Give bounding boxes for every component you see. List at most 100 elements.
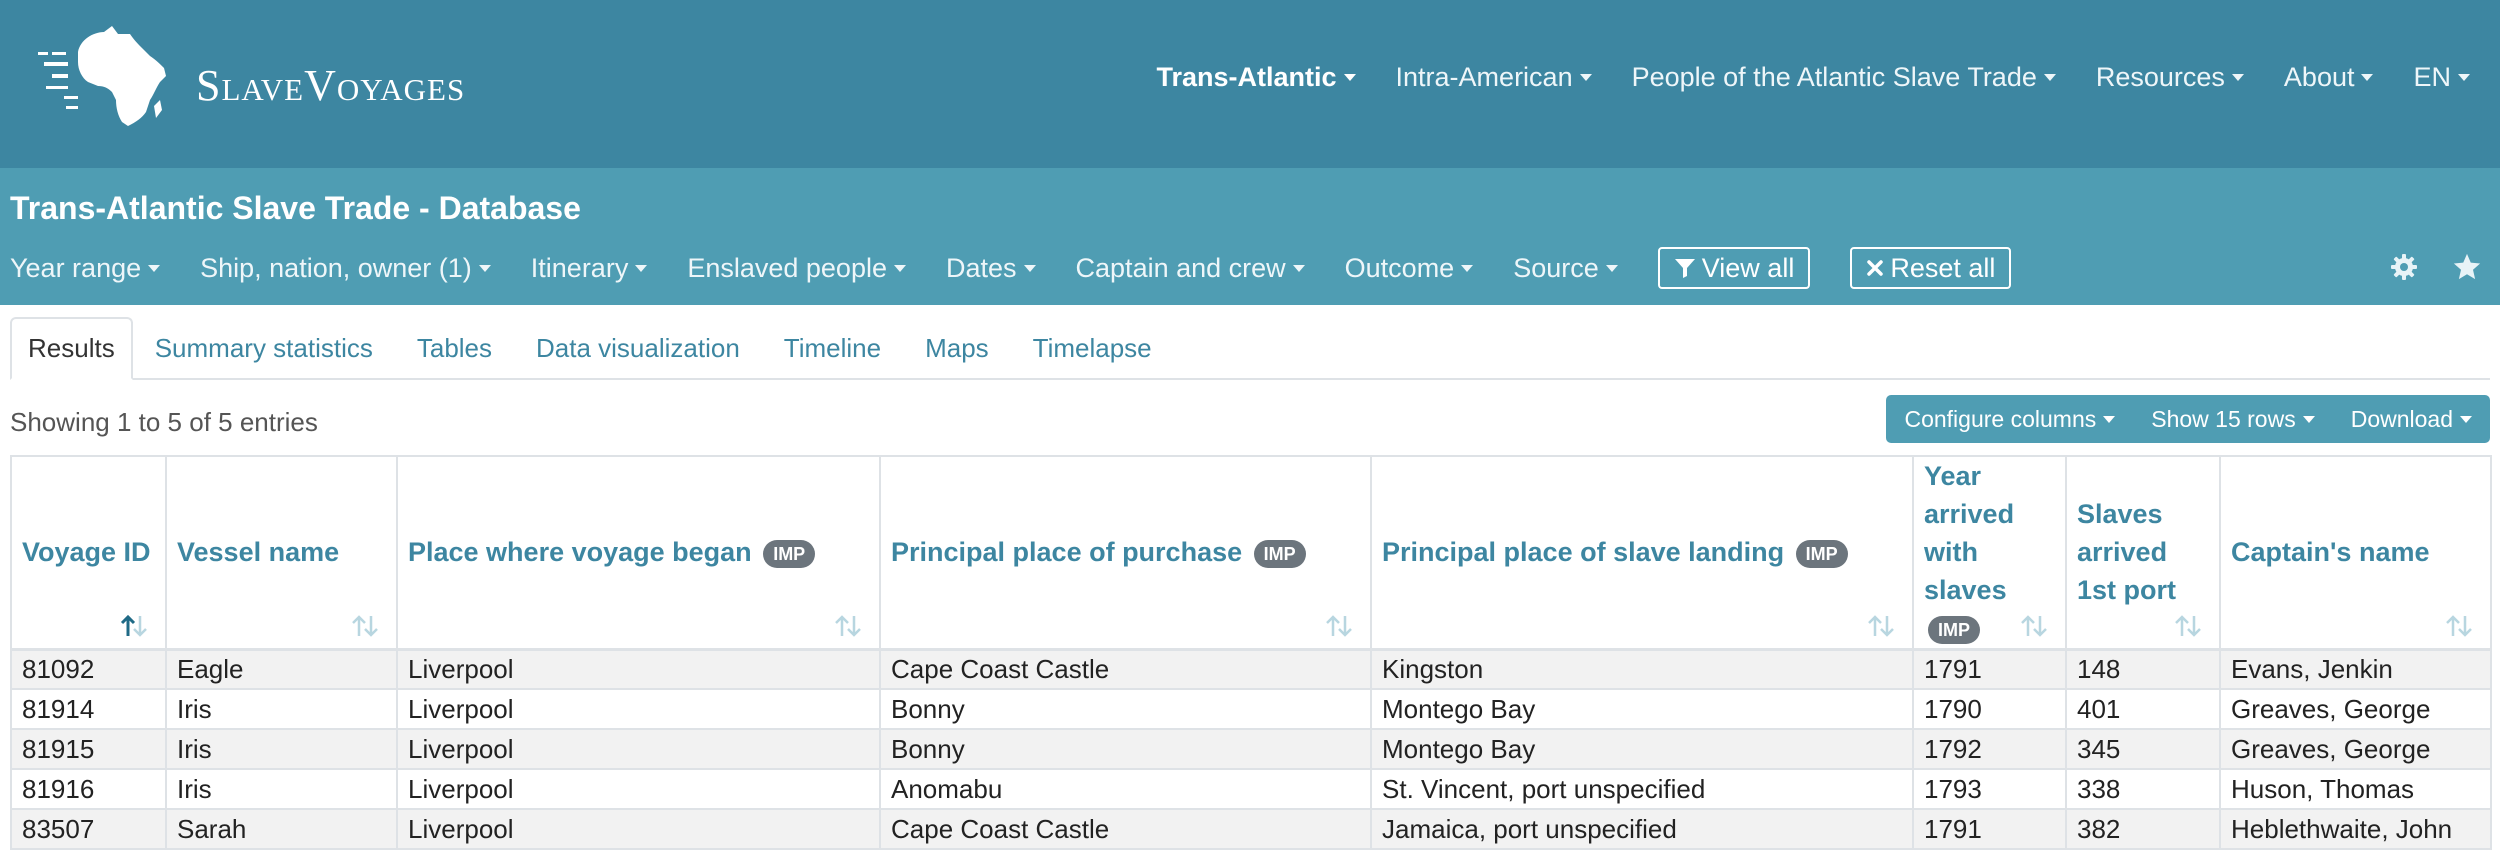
tab-maps[interactable]: Maps xyxy=(903,319,1011,378)
star-icon xyxy=(2453,253,2481,280)
filter-icon xyxy=(1674,259,1695,278)
nav-label: About xyxy=(2283,61,2355,92)
table-row[interactable]: 81914 Iris Liverpool Bonny Montego Bay 1… xyxy=(10,688,2492,730)
column-label: Year arrived with slaves xyxy=(1924,461,2015,606)
cell-captain-name: Evans, Jenkin xyxy=(2219,648,2492,690)
cell-vessel-name: Iris xyxy=(165,768,398,810)
cell-voyage-id: 81914 xyxy=(10,688,167,730)
nav-label: Resources xyxy=(2095,61,2225,92)
main-nav: Trans-Atlantic Intra-American People of … xyxy=(1116,54,2470,100)
imp-badge: IMP xyxy=(1253,540,1306,569)
cell-captain-name: Greaves, George xyxy=(2219,688,2492,730)
cell-place-began: Liverpool xyxy=(396,688,881,730)
table-row[interactable]: 81916 Iris Liverpool Anomabu St. Vincent… xyxy=(10,768,2492,810)
tab-data-visualization[interactable]: Data visualization xyxy=(514,319,762,378)
filter-enslaved-people[interactable]: Enslaved people xyxy=(687,253,906,284)
filter-bar: Year range Ship, nation, owner (1) Itine… xyxy=(10,246,2051,290)
cell-voyage-id: 81092 xyxy=(10,648,167,690)
sort-icon[interactable] xyxy=(2019,614,2049,638)
cell-vessel-name: Eagle xyxy=(165,648,398,690)
tab-summary-statistics[interactable]: Summary statistics xyxy=(133,319,395,378)
nav-language[interactable]: EN xyxy=(2413,62,2470,93)
reset-all-button[interactable]: Reset all xyxy=(1850,247,2012,289)
sort-icon[interactable] xyxy=(350,614,380,638)
top-navbar: SlaveVoyages Trans-Atlantic Intra-Americ… xyxy=(0,0,2500,168)
tab-tables[interactable]: Tables xyxy=(395,319,514,378)
chevron-down-icon xyxy=(1605,264,1618,272)
cell-place-purchase: Bonny xyxy=(879,728,1372,770)
download-button[interactable]: Download xyxy=(2333,395,2490,443)
chevron-down-icon xyxy=(635,264,648,272)
cell-slaves-arrived: 148 xyxy=(2065,648,2221,690)
settings-button[interactable] xyxy=(2390,253,2418,281)
imp-badge: IMP xyxy=(1795,540,1848,569)
column-label: Vessel name xyxy=(177,537,340,568)
cell-captain-name: Greaves, George xyxy=(2219,728,2492,770)
chevron-down-icon xyxy=(2043,73,2056,81)
cell-place-landing: Kingston xyxy=(1370,648,1914,690)
tab-timeline[interactable]: Timeline xyxy=(762,319,903,378)
sort-icon[interactable] xyxy=(2444,614,2474,638)
imp-badge: IMP xyxy=(763,540,816,569)
sort-icon[interactable] xyxy=(2173,614,2203,638)
filter-ship-nation-owner[interactable]: Ship, nation, owner (1) xyxy=(200,253,491,284)
filter-itinerary[interactable]: Itinerary xyxy=(531,253,648,284)
nav-about[interactable]: About xyxy=(2284,62,2374,93)
nav-intra-american[interactable]: Intra-American xyxy=(1396,62,1592,93)
cell-place-purchase: Anomabu xyxy=(879,768,1372,810)
column-header-vessel-name[interactable]: Vessel name xyxy=(165,455,398,651)
filter-label: Source xyxy=(1513,252,1599,283)
column-header-principal-purchase[interactable]: Principal place of purchase IMP xyxy=(879,455,1372,651)
favorite-button[interactable] xyxy=(2452,252,2482,282)
column-header-place-voyage-began[interactable]: Place where voyage began IMP xyxy=(396,455,881,651)
filter-year-range[interactable]: Year range xyxy=(10,253,161,284)
sort-icon[interactable] xyxy=(1866,614,1896,638)
sort-ascending-icon[interactable] xyxy=(119,614,149,638)
database-header: Trans-Atlantic Slave Trade - Database Ye… xyxy=(0,168,2500,305)
chevron-down-icon xyxy=(2361,73,2374,81)
show-rows-button[interactable]: Show 15 rows xyxy=(2133,395,2332,443)
configure-columns-label: Configure columns xyxy=(1904,405,2097,432)
cell-slaves-arrived: 382 xyxy=(2065,808,2221,850)
column-header-principal-landing[interactable]: Principal place of slave landing IMP xyxy=(1370,455,1914,651)
tab-results[interactable]: Results xyxy=(10,317,133,380)
results-table: Voyage ID Vessel name Place where voyage… xyxy=(10,455,2492,850)
cell-captain-name: Heblethwaite, John xyxy=(2219,808,2492,850)
sort-icon[interactable] xyxy=(833,614,863,638)
column-header-voyage-id[interactable]: Voyage ID xyxy=(10,455,167,651)
cell-place-landing: St. Vincent, port unspecified xyxy=(1370,768,1914,810)
table-row[interactable]: 81915 Iris Liverpool Bonny Montego Bay 1… xyxy=(10,728,2492,770)
nav-people[interactable]: People of the Atlantic Slave Trade xyxy=(1632,62,2056,93)
configure-columns-button[interactable]: Configure columns xyxy=(1886,395,2133,443)
tab-timelapse[interactable]: Timelapse xyxy=(1011,319,1174,378)
nav-resources[interactable]: Resources xyxy=(2096,62,2244,93)
chevron-down-icon xyxy=(1292,264,1305,272)
close-icon xyxy=(1867,260,1884,276)
filter-label: Itinerary xyxy=(530,252,629,283)
column-label: Voyage ID xyxy=(22,537,151,568)
chevron-down-icon xyxy=(1023,264,1036,272)
slavevoyages-logo[interactable]: SlaveVoyages xyxy=(38,22,464,132)
column-label: Principal place of slave landing xyxy=(1382,537,1785,568)
column-header-captain-name[interactable]: Captain's name xyxy=(2219,455,2492,651)
nav-trans-atlantic[interactable]: Trans-Atlantic xyxy=(1156,62,1356,93)
table-row[interactable]: 81092 Eagle Liverpool Cape Coast Castle … xyxy=(10,648,2492,690)
cell-place-landing: Montego Bay xyxy=(1370,688,1914,730)
table-row[interactable]: 83507 Sarah Liverpool Cape Coast Castle … xyxy=(10,808,2492,850)
sort-icon[interactable] xyxy=(1324,614,1354,638)
filter-dates[interactable]: Dates xyxy=(946,253,1036,284)
filter-captain-crew[interactable]: Captain and crew xyxy=(1076,253,1305,284)
filter-source[interactable]: Source xyxy=(1513,253,1618,284)
filter-label: Ship, nation, owner (1) xyxy=(200,252,472,283)
cell-place-began: Liverpool xyxy=(396,648,881,690)
chevron-down-icon xyxy=(2302,415,2315,423)
cell-place-landing: Montego Bay xyxy=(1370,728,1914,770)
cell-year-arrived: 1792 xyxy=(1912,728,2067,770)
chevron-down-icon xyxy=(478,264,491,272)
column-header-year-arrived[interactable]: Year arrived with slaves IMP xyxy=(1912,455,2067,651)
column-header-slaves-arrived[interactable]: Slaves arrived 1st port xyxy=(2065,455,2221,651)
nav-label: EN xyxy=(2413,61,2451,92)
filter-outcome[interactable]: Outcome xyxy=(1345,253,1474,284)
filter-label: Enslaved people xyxy=(687,252,887,283)
view-all-button[interactable]: View all xyxy=(1657,247,1811,289)
